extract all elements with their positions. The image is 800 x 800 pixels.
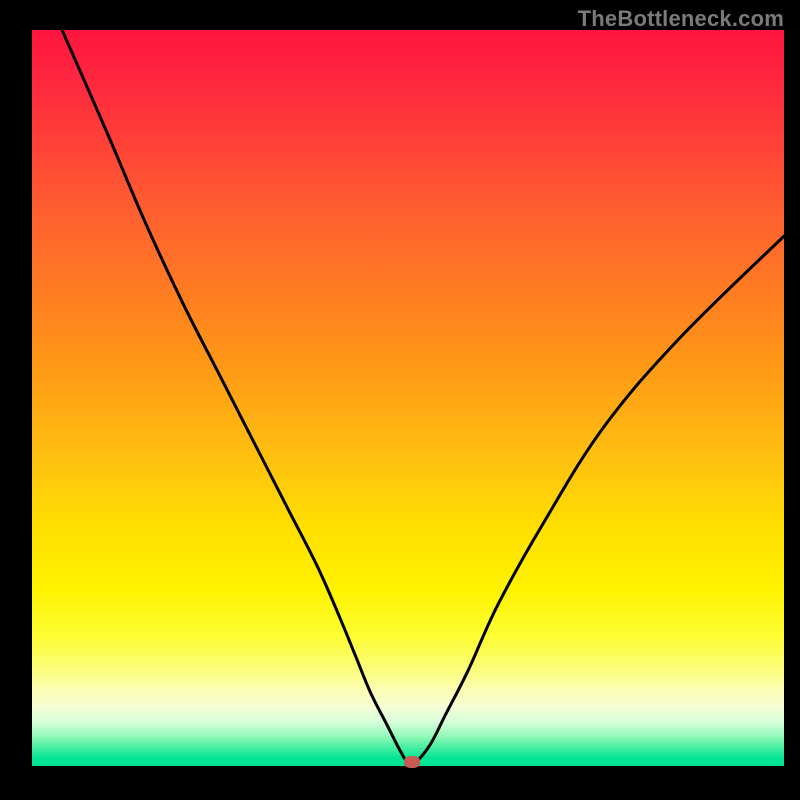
curve-svg	[32, 30, 784, 766]
bottleneck-curve	[62, 30, 784, 764]
watermark-text: TheBottleneck.com	[578, 6, 784, 32]
plot-area	[32, 30, 784, 766]
optimum-marker	[404, 756, 420, 768]
chart-frame: TheBottleneck.com	[0, 0, 800, 800]
